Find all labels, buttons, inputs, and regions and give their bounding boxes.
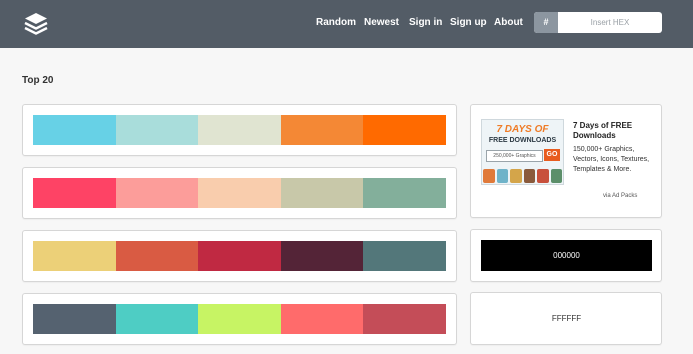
color-swatch[interactable] <box>198 115 281 145</box>
ad-image-go-button: GO <box>544 149 560 161</box>
nav-sign-up[interactable]: Sign up <box>450 17 487 28</box>
color-swatch[interactable] <box>280 115 364 145</box>
color-swatch[interactable] <box>363 304 446 334</box>
nav-about[interactable]: About <box>494 17 523 28</box>
color-swatch-white[interactable]: FFFFFF <box>481 303 652 334</box>
top-navigation-bar: Random Newest Sign in Sign up About # <box>0 0 693 48</box>
ad-card[interactable]: 7 DAYS OF FREE DOWNLOADS 250,000+ Graphi… <box>470 104 662 218</box>
ad-image-subtitle: FREE DOWNLOADS <box>488 137 557 144</box>
hex-input[interactable] <box>558 12 662 33</box>
color-swatch[interactable] <box>33 241 116 271</box>
ad-image-thumbnails <box>482 168 563 184</box>
palette-swatches <box>33 304 446 334</box>
palette-card-4[interactable] <box>22 293 457 345</box>
color-swatch-black[interactable]: 000000 <box>481 240 652 271</box>
color-swatch[interactable] <box>363 178 446 208</box>
color-swatch[interactable] <box>115 178 199 208</box>
color-swatch[interactable] <box>115 115 199 145</box>
nav-sign-in[interactable]: Sign in <box>409 17 442 28</box>
palette-swatches <box>33 178 446 208</box>
color-swatch[interactable] <box>115 304 199 334</box>
ad-attribution[interactable]: via Ad Packs <box>603 193 637 199</box>
color-swatch[interactable] <box>280 304 364 334</box>
ad-description: 150,000+ Graphics, Vectors, Icons, Textu… <box>573 146 650 173</box>
color-swatch[interactable] <box>33 304 116 334</box>
stacked-layers-logo-icon[interactable] <box>22 10 50 38</box>
color-swatch[interactable] <box>198 178 281 208</box>
ad-title[interactable]: 7 Days of FREE Downloads <box>573 121 655 141</box>
section-heading: Top 20 <box>22 75 54 86</box>
color-swatch[interactable] <box>280 241 364 271</box>
palette-swatches <box>33 241 446 271</box>
single-color-card-black[interactable]: 000000 <box>470 229 662 282</box>
palette-card-1[interactable] <box>22 104 457 156</box>
color-swatch[interactable] <box>33 115 116 145</box>
color-swatch[interactable] <box>115 241 199 271</box>
color-swatch[interactable] <box>198 241 281 271</box>
color-swatch[interactable] <box>280 178 364 208</box>
palette-swatches <box>33 115 446 145</box>
color-swatch[interactable] <box>198 304 281 334</box>
ad-image[interactable]: 7 DAYS OF FREE DOWNLOADS 250,000+ Graphi… <box>481 119 564 185</box>
ad-image-input: 250,000+ Graphics <box>486 150 543 162</box>
color-swatch[interactable] <box>363 115 446 145</box>
palette-card-2[interactable] <box>22 167 457 219</box>
color-swatch[interactable] <box>363 241 446 271</box>
ad-image-title: 7 DAYS OF <box>496 124 549 135</box>
single-color-card-white[interactable]: FFFFFF <box>470 292 662 345</box>
nav-newest[interactable]: Newest <box>364 17 399 28</box>
hash-prefix: # <box>534 12 558 33</box>
color-swatch[interactable] <box>33 178 116 208</box>
hex-search: # <box>534 12 662 33</box>
palette-card-3[interactable] <box>22 230 457 282</box>
nav-random[interactable]: Random <box>316 17 356 28</box>
